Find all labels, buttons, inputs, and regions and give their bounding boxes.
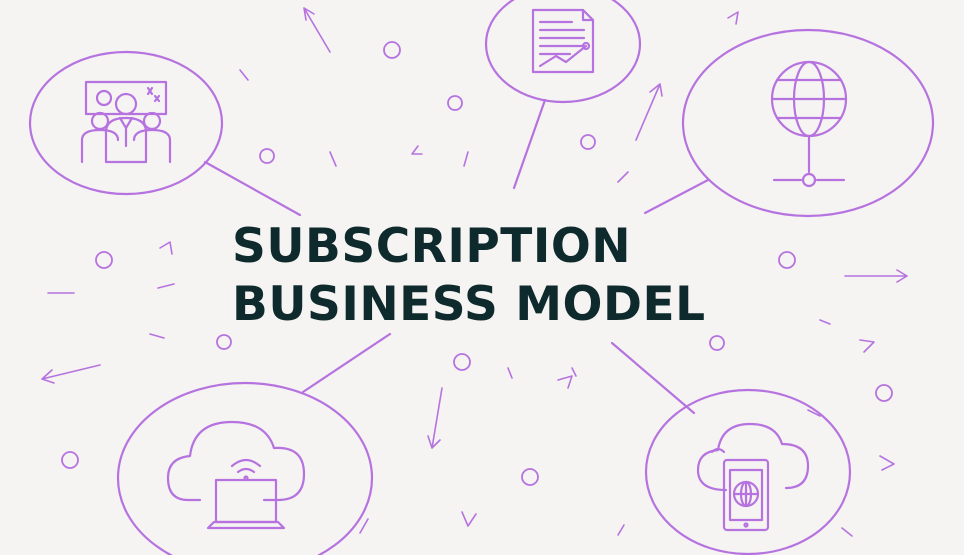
page-title: SUBSCRIPTION BUSINESS MODEL [232,218,706,334]
cloud-mobile-globe-icon [696,422,810,532]
title-line-1: SUBSCRIPTION [232,219,632,274]
globe-network-icon [770,60,848,188]
document-chart-icon [531,8,595,74]
team-money-icon [80,80,172,164]
title-line-2: BUSINESS MODEL [232,277,706,332]
cloud-laptop-wifi-icon [166,420,306,530]
